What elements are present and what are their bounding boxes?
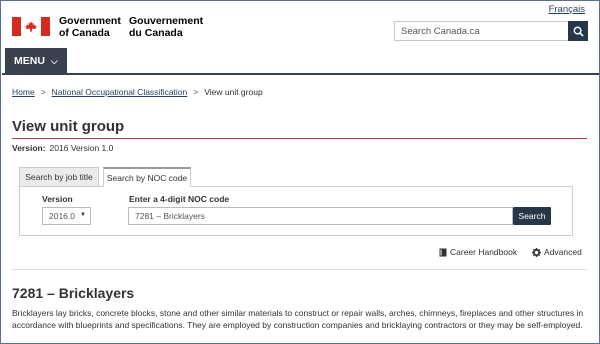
noc-code-input[interactable]: 7281 – Bricklayers <box>128 207 513 225</box>
version-select-label: Version <box>42 194 73 204</box>
section-divider <box>12 269 587 270</box>
version-line: Version: 2016 Version 1.0 <box>12 143 113 153</box>
signature-english[interactable]: Government of Canada <box>59 15 129 39</box>
menu-label: MENU <box>14 55 45 67</box>
version-select[interactable]: 2016.0 ▼ <box>42 207 91 225</box>
breadcrumb-home[interactable]: Home <box>12 87 35 97</box>
advanced-label: Advanced <box>544 247 582 257</box>
search-button[interactable] <box>568 21 588 41</box>
chevron-down-icon: ⌵ <box>50 55 58 66</box>
signature-french[interactable]: Gouvernement du Canada <box>129 15 209 39</box>
browser-frame: Government of Canada Gouvernement du Can… <box>0 0 600 344</box>
menu-divider <box>2 73 599 75</box>
search-icon <box>573 26 584 37</box>
noc-search-button[interactable]: Search <box>513 207 551 225</box>
breadcrumb: Home > National Occupational Classificat… <box>12 87 263 97</box>
unit-group-heading: 7281 – Bricklayers <box>12 285 135 301</box>
unit-group-description: Bricklayers lay bricks, concrete blocks,… <box>12 308 584 330</box>
version-select-value: 2016.0 <box>49 211 75 221</box>
career-handbook-link[interactable]: Career Handbook <box>439 247 517 257</box>
title-underline <box>12 138 587 139</box>
noc-code-label: Enter a 4-digit NOC code <box>129 194 230 204</box>
page-title: View unit group <box>12 118 125 135</box>
career-handbook-label: Career Handbook <box>450 247 518 257</box>
version-value: 2016 Version 1.0 <box>49 143 114 153</box>
version-label: Version: <box>12 143 46 153</box>
advanced-search-link[interactable]: Advanced <box>532 247 582 257</box>
canada-flag-icon <box>12 17 50 36</box>
breadcrumb-separator: > <box>193 87 199 97</box>
dropdown-arrow-icon: ▼ <box>80 212 86 218</box>
breadcrumb-separator: > <box>40 87 46 97</box>
search-input[interactable]: Search Canada.ca <box>394 21 568 41</box>
gear-icon <box>532 247 541 257</box>
breadcrumb-current: View unit group <box>204 87 263 97</box>
breadcrumb-noc[interactable]: National Occupational Classification <box>52 87 188 97</box>
tab-search-by-job-title[interactable]: Search by job title <box>19 167 99 187</box>
menu-button[interactable]: MENU ⌵ <box>5 48 67 74</box>
site-search: Search Canada.ca <box>394 21 588 41</box>
book-icon <box>439 248 447 256</box>
tab-search-by-noc-code[interactable]: Search by NOC code <box>103 167 191 187</box>
language-toggle-link[interactable]: Français <box>549 4 585 15</box>
